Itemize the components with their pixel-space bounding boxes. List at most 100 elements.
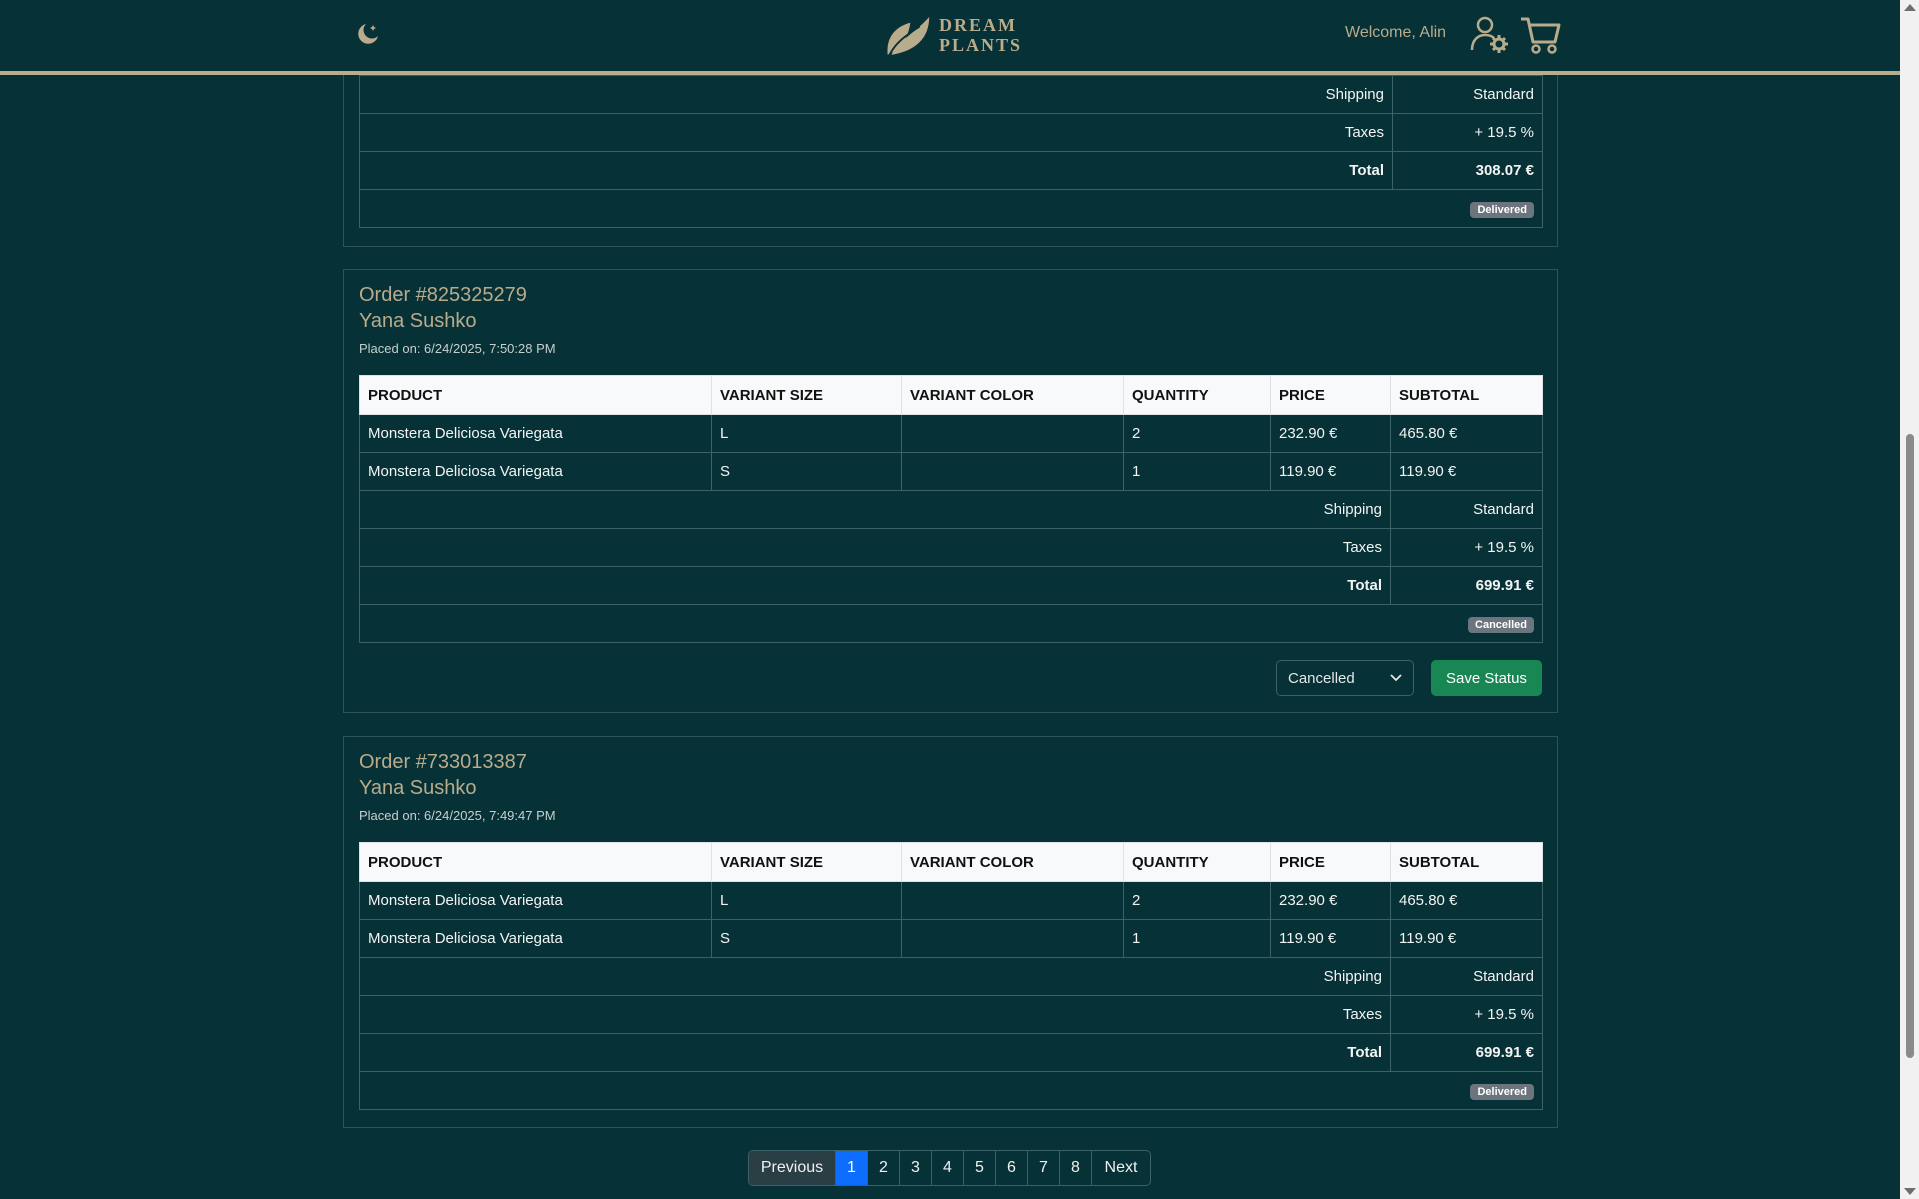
color-cell (901, 881, 1124, 920)
table-header-row: PRODUCT VARIANT SIZE VARIANT COLOR QUANT… (359, 375, 1543, 415)
column-header: PRICE (1270, 842, 1391, 882)
product-cell: Monstera Deliciosa Variegata (359, 452, 712, 491)
previous-page-button[interactable]: Previous (749, 1151, 836, 1185)
order-date: Placed on: 6/24/2025, 7:49:47 PM (359, 808, 556, 823)
size-cell: S (711, 452, 902, 491)
chevron-down-icon (1390, 674, 1402, 682)
price-cell: 119.90 € (1270, 919, 1391, 958)
subtotal-cell: 119.90 € (1390, 452, 1543, 491)
page-7-button[interactable]: 7 (1028, 1151, 1060, 1185)
status-row: Cancelled (359, 604, 1543, 643)
column-header: VARIANT SIZE (711, 842, 902, 882)
table-row: Monstera Deliciosa Variegata L 2 232.90 … (359, 881, 1543, 920)
cart-icon[interactable] (1518, 12, 1562, 56)
product-cell: Monstera Deliciosa Variegata (359, 414, 712, 453)
taxes-label: Taxes (359, 113, 1393, 152)
taxes-value: + 19.5 % (1390, 528, 1543, 567)
next-page-button[interactable]: Next (1092, 1151, 1150, 1185)
column-header: PRICE (1270, 375, 1391, 415)
column-header: SUBTOTAL (1390, 842, 1543, 882)
logo-line1: DREAM (938, 15, 1017, 35)
welcome-text: Welcome, Alin (1345, 24, 1447, 41)
taxes-row: Taxes + 19.5 % (359, 995, 1543, 1034)
order-title: Order #825325279 (359, 284, 527, 306)
shipping-row: Shipping Standard (359, 490, 1543, 529)
table-header-row: PRODUCT VARIANT SIZE VARIANT COLOR QUANT… (359, 842, 1543, 882)
subtotal-cell: 119.90 € (1390, 919, 1543, 958)
column-header: VARIANT SIZE (711, 375, 902, 415)
subtotal-cell: 465.80 € (1390, 414, 1543, 453)
logo-line2: PLANTS (938, 35, 1022, 55)
product-cell: Monstera Deliciosa Variegata (359, 881, 712, 920)
column-header: SUBTOTAL (1390, 375, 1543, 415)
page-5-button[interactable]: 5 (964, 1151, 996, 1185)
scroll-down-arrow-icon[interactable] (1904, 1188, 1916, 1195)
taxes-row: Taxes + 19.5 % (359, 113, 1543, 152)
shipping-value: Standard (1390, 490, 1543, 529)
scrollbar[interactable] (1900, 0, 1919, 1199)
shipping-label: Shipping (359, 957, 1391, 996)
total-label: Total (359, 566, 1391, 605)
navbar: DREAM PLANTS Welcome, Alin (0, 0, 1900, 75)
column-header: QUANTITY (1123, 375, 1271, 415)
page-1-button[interactable]: 1 (836, 1151, 868, 1185)
subtotal-cell: 465.80 € (1390, 881, 1543, 920)
total-label: Total (359, 1033, 1391, 1072)
total-row: Total 308.07 € (359, 151, 1543, 190)
moon-icon[interactable] (354, 20, 382, 48)
status-badge: Delivered (1470, 201, 1534, 218)
order-title: Order #733013387 (359, 751, 527, 773)
shipping-label: Shipping (359, 490, 1391, 529)
order-card: Order #825325279 Yana Sushko Placed on: … (343, 269, 1558, 713)
save-status-button[interactable]: Save Status (1431, 660, 1542, 696)
color-cell (901, 452, 1124, 491)
taxes-value: + 19.5 % (1392, 113, 1543, 152)
status-row: Delivered (359, 1071, 1543, 1110)
total-row: Total 699.91 € (359, 566, 1543, 605)
size-cell: S (711, 919, 902, 958)
color-cell (901, 414, 1124, 453)
order-customer: Yana Sushko (359, 777, 477, 799)
status-select[interactable]: Cancelled (1276, 660, 1414, 696)
total-value: 699.91 € (1390, 566, 1543, 605)
status-row: Delivered (359, 189, 1543, 228)
quantity-cell: 2 (1123, 414, 1271, 453)
table-row: Monstera Deliciosa Variegata S 1 119.90 … (359, 452, 1543, 491)
page-4-button[interactable]: 4 (932, 1151, 964, 1185)
quantity-cell: 2 (1123, 881, 1271, 920)
table-row: Monstera Deliciosa Variegata S 1 119.90 … (359, 919, 1543, 958)
page-2-button[interactable]: 2 (868, 1151, 900, 1185)
page-8-button[interactable]: 8 (1060, 1151, 1092, 1185)
price-cell: 232.90 € (1270, 414, 1391, 453)
shipping-row: Shipping Standard (359, 957, 1543, 996)
page-6-button[interactable]: 6 (996, 1151, 1028, 1185)
size-cell: L (711, 414, 902, 453)
product-cell: Monstera Deliciosa Variegata (359, 919, 712, 958)
scroll-up-arrow-icon[interactable] (1904, 4, 1916, 11)
order-items-table: PRODUCT VARIANT SIZE VARIANT COLOR QUANT… (359, 375, 1543, 643)
pagination: Previous 1 2 3 4 5 6 7 8 Next (748, 1150, 1151, 1186)
shipping-value: Standard (1390, 957, 1543, 996)
taxes-label: Taxes (359, 995, 1391, 1034)
column-header: VARIANT COLOR (901, 375, 1124, 415)
logo[interactable]: DREAM PLANTS (882, 10, 1022, 60)
total-value: 308.07 € (1392, 151, 1543, 190)
column-header: PRODUCT (359, 842, 712, 882)
taxes-value: + 19.5 % (1390, 995, 1543, 1034)
quantity-cell: 1 (1123, 919, 1271, 958)
price-cell: 119.90 € (1270, 452, 1391, 491)
page-3-button[interactable]: 3 (900, 1151, 932, 1185)
taxes-row: Taxes + 19.5 % (359, 528, 1543, 567)
scrollbar-thumb[interactable] (1906, 434, 1914, 1058)
order-summary-table: Shipping Standard Taxes + 19.5 % Total 3… (359, 75, 1543, 228)
shipping-label: Shipping (359, 75, 1393, 114)
price-cell: 232.90 € (1270, 881, 1391, 920)
shipping-value: Standard (1392, 75, 1543, 114)
order-customer: Yana Sushko (359, 310, 477, 332)
column-header: VARIANT COLOR (901, 842, 1124, 882)
status-badge: Cancelled (1468, 616, 1534, 633)
status-select-value: Cancelled (1288, 669, 1355, 687)
user-gear-icon[interactable] (1469, 14, 1509, 54)
order-card: Order #733013387 Yana Sushko Placed on: … (343, 736, 1558, 1128)
shipping-row: Shipping Standard (359, 75, 1543, 114)
